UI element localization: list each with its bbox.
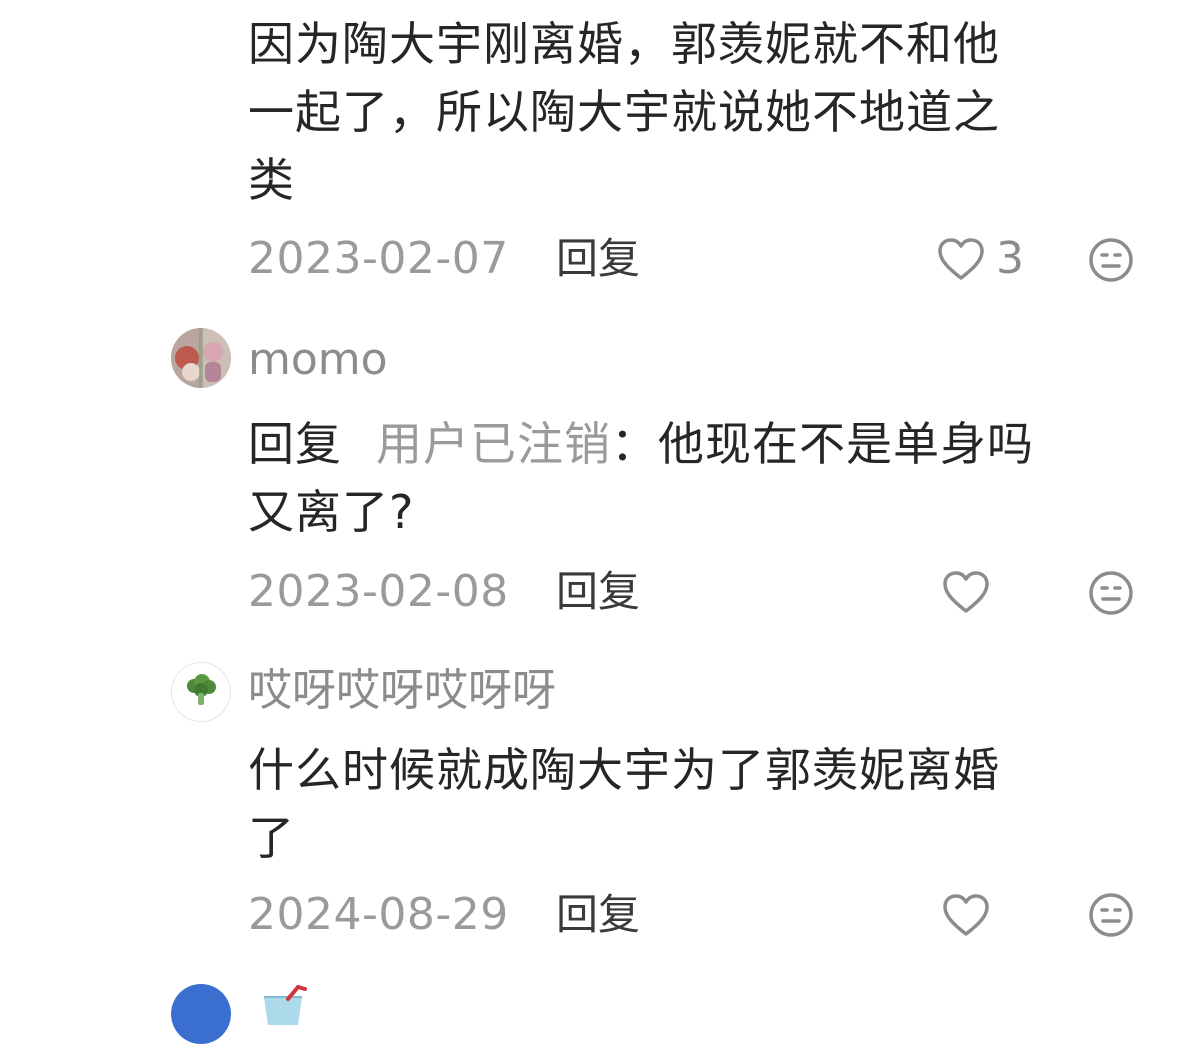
comment-text-line: 因为陶大宇刚离婚，郭羡妮就不和他 bbox=[248, 17, 1000, 71]
reply-prefix: 回复 bbox=[248, 417, 342, 471]
neutral-face-icon[interactable] bbox=[1087, 891, 1135, 939]
reply-button[interactable]: 回复 bbox=[556, 564, 640, 620]
username[interactable]: momo bbox=[248, 332, 388, 388]
comment-text-line: 了 bbox=[248, 811, 295, 865]
avatar[interactable] bbox=[171, 328, 231, 388]
reply-button[interactable]: 回复 bbox=[556, 887, 640, 943]
broccoli-icon bbox=[187, 674, 216, 705]
like-button[interactable] bbox=[941, 564, 991, 620]
heart-outline-icon bbox=[943, 571, 989, 613]
like-button[interactable] bbox=[941, 887, 991, 943]
comment-date: 2023-02-07 bbox=[248, 233, 509, 284]
like-button[interactable]: 3 bbox=[936, 231, 1024, 287]
neutral-face-icon[interactable] bbox=[1087, 236, 1135, 284]
comment-text-line: 什么时候就成陶大宇为了郭羡妮离婚 bbox=[248, 743, 1000, 797]
cup-with-straw-icon bbox=[264, 985, 307, 1025]
comment-text-line: 回复 用户已注销：他现在不是单身吗 bbox=[248, 410, 1034, 478]
reply-target-username[interactable]: 用户已注销 bbox=[376, 417, 611, 471]
like-count: 3 bbox=[996, 233, 1024, 284]
comment-text-line: 一起了，所以陶大宇就说她不地道之 bbox=[248, 85, 1000, 139]
reply-colon: ： bbox=[611, 417, 658, 471]
comment-text-line: 又离了? bbox=[248, 485, 415, 539]
comment-text-line: 类 bbox=[248, 153, 295, 207]
comment-date: 2023-02-08 bbox=[248, 566, 509, 617]
username[interactable]: 哎呀哎呀哎呀呀 bbox=[248, 663, 556, 719]
avatar-photo bbox=[171, 328, 231, 388]
heart-outline-icon bbox=[938, 238, 984, 280]
reply-button[interactable]: 回复 bbox=[556, 231, 640, 287]
avatar[interactable] bbox=[171, 984, 231, 1044]
heart-outline-icon bbox=[943, 894, 989, 936]
comment-date: 2024-08-29 bbox=[248, 889, 509, 940]
avatar[interactable] bbox=[171, 662, 231, 722]
neutral-face-icon[interactable] bbox=[1087, 569, 1135, 617]
comment-text-rest: 他现在不是单身吗 bbox=[658, 417, 1034, 471]
